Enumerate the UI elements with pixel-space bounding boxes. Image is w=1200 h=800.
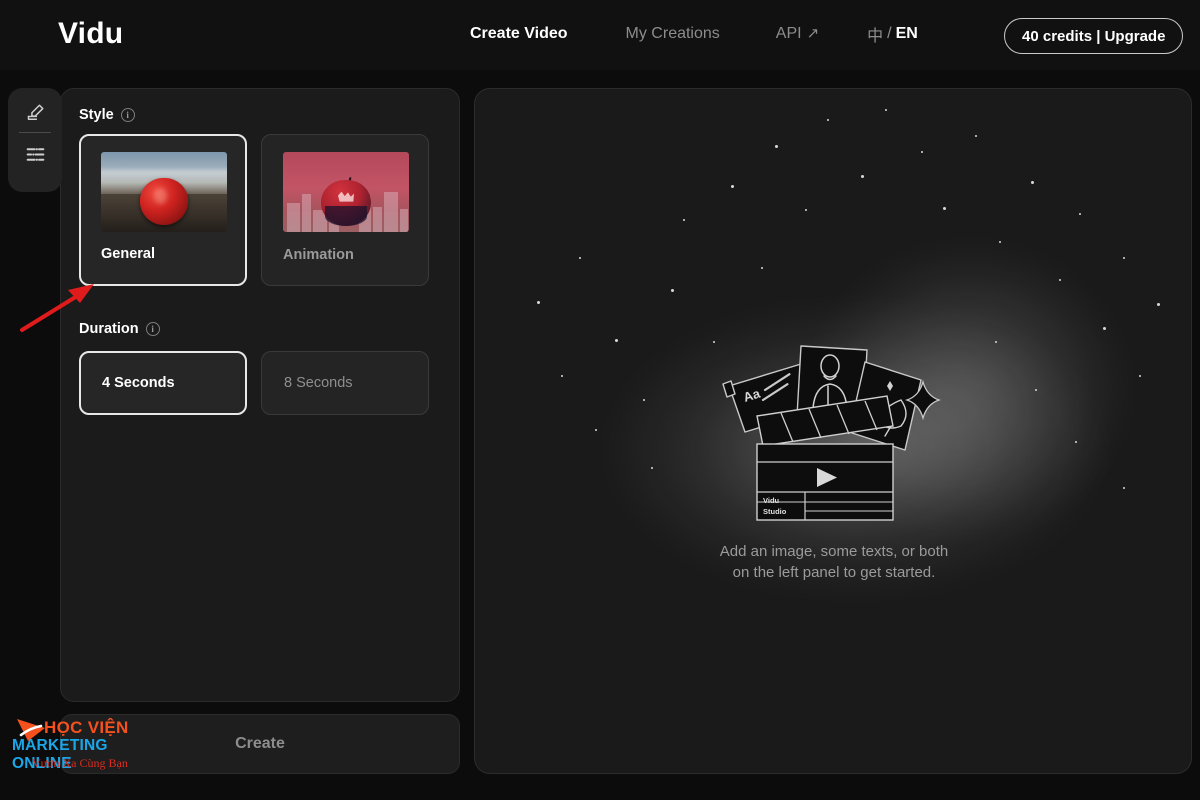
duration-label-text: Duration <box>79 321 139 337</box>
duration-info-icon[interactable]: i <box>145 322 160 336</box>
rail-divider <box>19 132 51 133</box>
style-info-icon[interactable]: i <box>120 108 135 122</box>
style-thumb-animation <box>283 152 409 232</box>
edit-pen-icon[interactable] <box>18 97 52 127</box>
external-link-arrow-icon: ↗ <box>806 24 820 42</box>
style-card-general[interactable]: General <box>79 134 247 286</box>
slate-label-line1: Vidu <box>763 496 780 505</box>
duration-option-8s[interactable]: 8 Seconds <box>261 351 429 415</box>
app-logo[interactable]: Vidu <box>58 17 123 51</box>
app-header: Vidu Create Video My Creations API ↗ 中 /… <box>0 0 1200 70</box>
empty-state-line1: Add an image, some texts, or both <box>719 543 949 560</box>
style-options: General Animation <box>79 134 429 286</box>
create-button-label: Create <box>235 735 285 752</box>
nav-create-video-label: Create Video <box>470 25 568 42</box>
watermark-logo: HỌC VIỆN MARKETING ONLINE Vươn Xa Cùng B… <box>10 716 170 778</box>
vidu-app-window: Vidu Create Video My Creations API ↗ 中 /… <box>0 0 1200 800</box>
language-zh[interactable]: 中 <box>867 22 883 46</box>
sliders-icon[interactable] <box>18 139 52 169</box>
nav-create-video[interactable]: Create Video <box>470 25 568 43</box>
settings-panel: Style i General Animation Duration i 4 S… <box>60 88 460 702</box>
duration-section-label: Duration i <box>79 321 160 337</box>
empty-state-text: Add an image, some texts, or both on the… <box>475 541 1191 583</box>
duration-options: 4 Seconds 8 Seconds <box>79 351 429 415</box>
style-card-animation[interactable]: Animation <box>261 134 429 286</box>
main-nav: Create Video My Creations API ↗ 中 / EN <box>470 22 918 46</box>
nav-my-creations-label: My Creations <box>625 25 720 42</box>
duration-option-8s-label: 8 Seconds <box>284 375 353 391</box>
style-section-label: Style i <box>79 107 135 123</box>
style-card-general-label: General <box>101 246 155 262</box>
nav-api-label: API <box>775 25 802 42</box>
style-label-text: Style <box>79 107 114 123</box>
duration-option-4s-label: 4 Seconds <box>102 375 175 391</box>
preview-panel: Aa Vidu Studio Add an image, some texts,… <box>474 88 1192 774</box>
nav-my-creations[interactable]: My Creations <box>626 25 720 43</box>
slate-label-line2: Studio <box>763 507 787 516</box>
left-icon-rail <box>8 88 62 192</box>
style-thumb-general <box>101 152 227 232</box>
style-card-animation-label: Animation <box>283 247 354 263</box>
duration-option-4s[interactable]: 4 Seconds <box>79 351 247 415</box>
empty-state-line2: on the left panel to get started. <box>732 564 936 581</box>
vidu-studio-clapperboard-illustration: Aa Vidu Studio <box>722 345 942 521</box>
nav-api[interactable]: API ↗ <box>776 25 819 43</box>
watermark-line3: Vươn Xa Cùng Bạn <box>32 756 128 770</box>
language-switcher[interactable]: 中 / EN <box>867 22 918 46</box>
watermark-line1: HỌC VIỆN <box>44 718 129 737</box>
language-en[interactable]: EN <box>896 25 918 43</box>
language-separator: / <box>887 25 892 42</box>
credits-upgrade-button[interactable]: 40 credits | Upgrade <box>1004 18 1184 54</box>
